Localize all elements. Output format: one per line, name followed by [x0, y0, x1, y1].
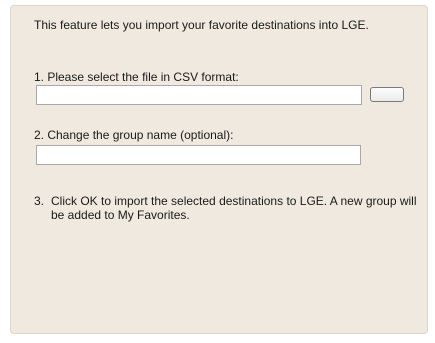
browse-file-button[interactable] [370, 87, 404, 102]
group-name-input[interactable] [36, 145, 361, 165]
step3-number: 3. [34, 194, 45, 208]
csv-file-path-input[interactable] [36, 85, 362, 105]
import-favorites-panel: This feature lets you import your favori… [10, 5, 428, 334]
step1-label: 1. Please select the file in CSV format: [34, 70, 239, 84]
step3-label: Click OK to import the selected destinat… [51, 194, 417, 222]
step3-instruction: 3. Click OK to import the selected desti… [34, 194, 419, 222]
intro-text: This feature lets you import your favori… [34, 18, 369, 32]
step2-label: 2. Change the group name (optional): [34, 128, 234, 142]
